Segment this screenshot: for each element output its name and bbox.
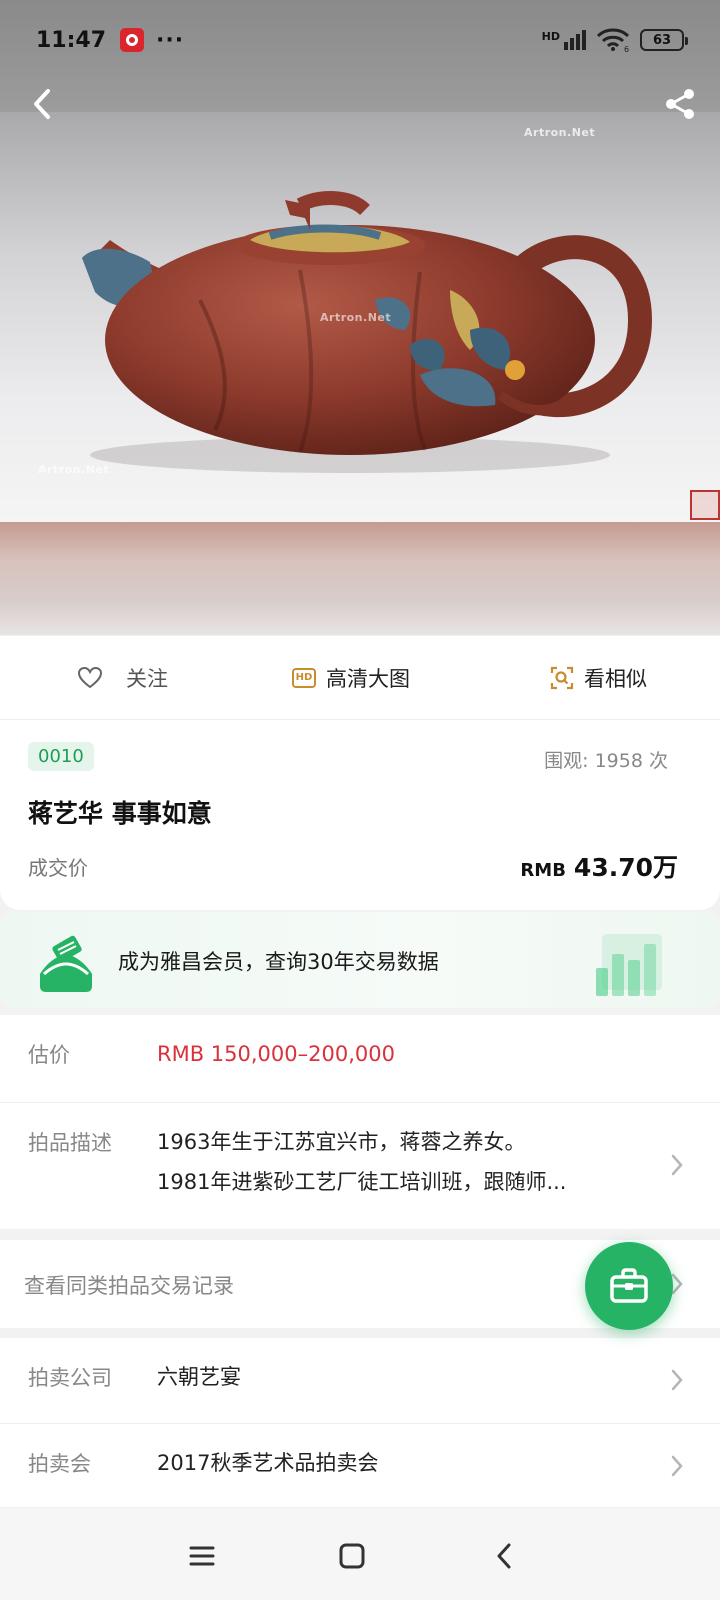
more-notifications-indicator: ··· xyxy=(156,27,185,53)
menu-button[interactable] xyxy=(184,1538,220,1574)
briefcase-icon xyxy=(610,1268,648,1303)
home-square-icon xyxy=(339,1543,365,1569)
price-amount: 43.70万 xyxy=(573,853,678,882)
signal-icon: HD xyxy=(542,30,586,50)
lot-number-badge: 0010 xyxy=(28,742,94,771)
auction-info: 拍卖公司 六朝艺宴 拍卖会 2017秋季艺术品拍卖会 xyxy=(0,1338,720,1508)
similar-button[interactable]: 看相似 xyxy=(550,663,647,693)
membership-banner[interactable]: 成为雅昌会员，查询30年交易数据 xyxy=(0,912,720,1008)
hero-image[interactable]: Artron.Net Artron.Net Artron.Net xyxy=(0,0,720,635)
auction-company-label: 拍卖公司 xyxy=(28,1366,112,1390)
battery-icon: 63 xyxy=(640,29,688,51)
scan-search-icon xyxy=(550,666,574,689)
watermark: Artron.Net xyxy=(320,311,392,324)
price-label: 成交价 xyxy=(28,856,88,880)
chevron-left-icon xyxy=(497,1543,511,1569)
hd-image-button[interactable]: HD 高清大图 xyxy=(292,663,410,693)
status-bar: 11:47 ··· HD 6 63 xyxy=(0,0,720,80)
back-arrow-icon xyxy=(34,89,50,119)
auction-company-row[interactable]: 拍卖公司 六朝艺宴 xyxy=(0,1338,720,1424)
status-time: 11:47 xyxy=(36,27,107,53)
description-line-1: 1963年生于江苏宜兴市，蒋蓉之养女。 xyxy=(157,1130,526,1154)
follow-label: 关注 xyxy=(126,666,168,691)
lot-title: 蒋艺华 事事如意 xyxy=(28,799,212,828)
briefcase-button[interactable] xyxy=(585,1242,673,1330)
estimate-label: 估价 xyxy=(28,1043,70,1067)
description-label: 拍品描述 xyxy=(28,1131,112,1155)
estimate-value: RMB 150,000–200,000 xyxy=(157,1042,395,1066)
estimate-row: 估价 RMB 150,000–200,000 xyxy=(0,1015,720,1103)
lot-info-card: 0010 围观: 1958 次 蒋艺华 事事如意 成交价 RMB 43.70万 xyxy=(0,720,720,910)
watermark: Artron.Net xyxy=(524,126,596,139)
auction-session-value: 2017秋季艺术品拍卖会 xyxy=(157,1451,379,1475)
watermark: Artron.Net xyxy=(38,463,110,476)
chevron-right-icon xyxy=(671,1455,683,1477)
lot-details: 估价 RMB 150,000–200,000 拍品描述 1963年生于江苏宜兴市… xyxy=(0,1015,720,1229)
view-count: 围观: 1958 次 xyxy=(544,750,668,772)
chevron-right-icon xyxy=(671,1154,683,1176)
hammer-price: RMB 43.70万 xyxy=(520,848,678,884)
menu-icon xyxy=(189,1546,215,1566)
share-button[interactable] xyxy=(660,84,700,124)
chevron-right-icon xyxy=(671,1369,683,1391)
seal-stamp xyxy=(690,490,720,520)
auction-company-value: 六朝艺宴 xyxy=(157,1365,241,1389)
back-button[interactable] xyxy=(22,84,62,124)
back-nav-button[interactable] xyxy=(486,1538,522,1574)
artron-logo-icon xyxy=(40,935,92,992)
teapot-reflection xyxy=(0,522,720,635)
home-button[interactable] xyxy=(334,1538,370,1574)
membership-text: 成为雅昌会员，查询30年交易数据 xyxy=(118,950,439,974)
auction-session-label: 拍卖会 xyxy=(28,1452,91,1476)
hd-icon: HD xyxy=(292,667,316,688)
similar-label: 看相似 xyxy=(584,666,647,691)
data-chart-icon xyxy=(596,934,662,996)
action-row: 关注 HD 高清大图 看相似 xyxy=(0,636,720,720)
wifi-icon: 6 xyxy=(596,28,629,52)
heart-icon xyxy=(78,666,102,688)
auction-session-row[interactable]: 拍卖会 2017秋季艺术品拍卖会 xyxy=(0,1424,720,1508)
hd-label: 高清大图 xyxy=(326,666,410,691)
wifi-label: 6 xyxy=(624,45,629,52)
price-currency: RMB xyxy=(520,860,566,881)
share-icon xyxy=(666,89,694,119)
description-row[interactable]: 拍品描述 1963年生于江苏宜兴市，蒋蓉之养女。 1981年进紫砂工艺厂徒工培训… xyxy=(0,1103,720,1229)
similar-records-label: 查看同类拍品交易记录 xyxy=(24,1274,234,1298)
system-navigation-bar xyxy=(0,1508,720,1600)
follow-button[interactable]: 关注 xyxy=(78,663,168,693)
description-line-2: 1981年进紫砂工艺厂徒工培训班，跟随师... xyxy=(157,1170,567,1194)
app-notification-icon xyxy=(120,28,145,52)
